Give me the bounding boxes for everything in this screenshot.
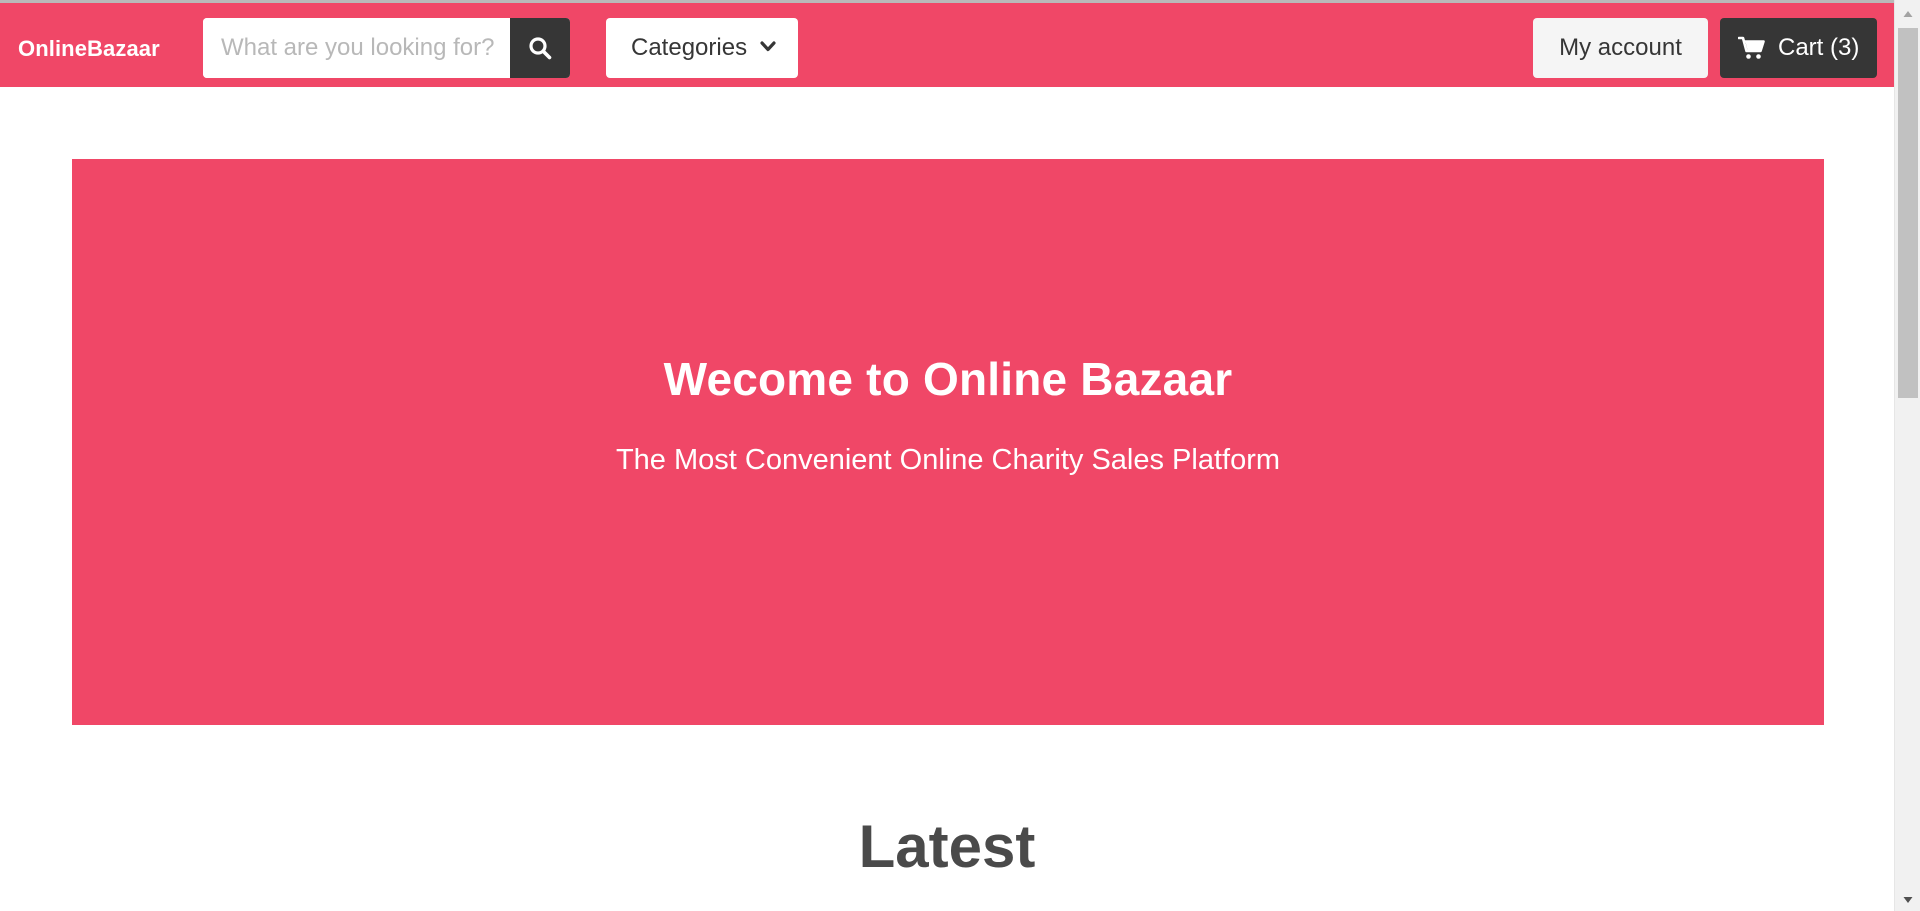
search-input[interactable] — [203, 18, 510, 78]
brand-logo[interactable]: OnlineBazaar — [18, 36, 160, 62]
latest-section-title: Latest — [858, 813, 1036, 880]
hero-subtitle: The Most Convenient Online Charity Sales… — [615, 443, 1281, 476]
cart-label: Cart (3) — [1778, 34, 1860, 61]
scroll-up-arrow-icon[interactable] — [1895, 3, 1920, 25]
search-bar — [203, 18, 570, 78]
search-button[interactable] — [510, 18, 570, 78]
chevron-down-icon — [760, 41, 776, 52]
vertical-scrollbar[interactable] — [1894, 0, 1920, 911]
my-account-label: My account — [1559, 34, 1682, 61]
cart-button[interactable]: Cart (3) — [1720, 18, 1877, 78]
categories-dropdown[interactable]: Categories — [606, 18, 798, 78]
my-account-button[interactable]: My account — [1533, 18, 1708, 78]
page-viewport: OnlineBazaar Categories My account — [0, 0, 1894, 911]
categories-label: Categories — [631, 34, 748, 61]
search-icon — [529, 37, 552, 60]
hero-banner: Wecome to Online Bazaar The Most Conveni… — [72, 159, 1824, 725]
navbar: OnlineBazaar Categories My account — [0, 0, 1894, 87]
shopping-cart-icon — [1738, 36, 1766, 60]
hero-title: Wecome to Online Bazaar — [663, 352, 1233, 405]
scroll-down-arrow-icon[interactable] — [1895, 889, 1920, 911]
scrollbar-thumb[interactable] — [1898, 28, 1918, 398]
